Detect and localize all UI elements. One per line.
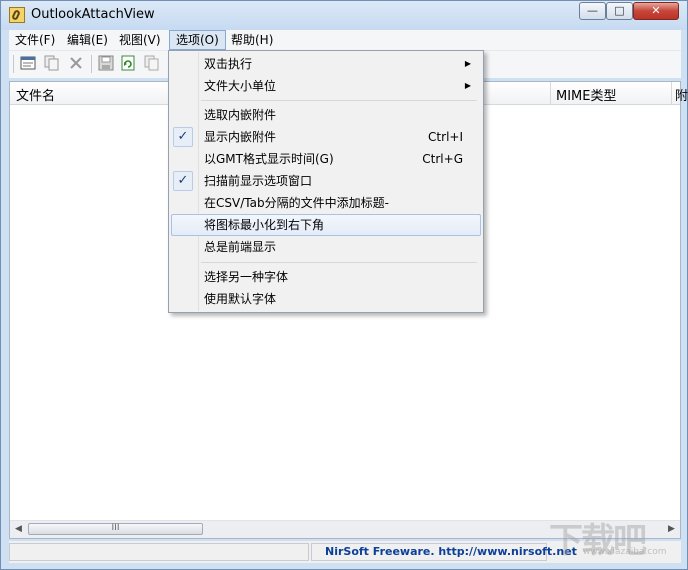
- menu-help[interactable]: 帮助(H): [225, 30, 279, 50]
- scroll-thumb[interactable]: III: [28, 523, 203, 535]
- menu-item-label: 使用默认字体: [204, 292, 277, 306]
- menu-options[interactable]: 选项(O): [169, 30, 226, 50]
- toolbar-grip: [13, 55, 14, 73]
- copy-selected-icon[interactable]: [143, 55, 161, 73]
- menu-item-label: 扫描前显示选项窗口: [204, 174, 313, 188]
- menu-edit[interactable]: 编辑(E): [61, 30, 114, 50]
- menu-item-label: 在CSV/Tab分隔的文件中添加标题-: [204, 196, 389, 210]
- scroll-left-arrow-icon[interactable]: ◀: [10, 521, 27, 538]
- app-window: OutlookAttachView — □ ✕ 文件(F) 编辑(E) 视图(V…: [0, 0, 688, 570]
- menu-view[interactable]: 视图(V): [113, 30, 167, 50]
- minimize-button[interactable]: —: [579, 2, 606, 20]
- menu-item-double-click-action[interactable]: 双击执行 ▶: [171, 53, 481, 75]
- window-title: OutlookAttachView: [31, 7, 155, 22]
- delete-icon[interactable]: [67, 55, 85, 73]
- properties-icon[interactable]: [19, 55, 37, 73]
- menu-separator: [201, 262, 477, 263]
- refresh-icon[interactable]: [119, 55, 137, 73]
- menu-item-label: 显示内嵌附件: [204, 130, 277, 144]
- outlook-attach-view-app-icon[interactable]: [9, 7, 25, 23]
- menu-item-label: 将图标最小化到右下角: [204, 218, 325, 232]
- menu-item-always-on-top[interactable]: 总是前端显示: [171, 236, 481, 258]
- menu-separator: [201, 100, 477, 101]
- menu-item-shortcut: Ctrl+I: [428, 130, 463, 144]
- column-header-filename[interactable]: 文件名: [16, 85, 55, 104]
- menu-item-label: 以GMT格式显示时间(G): [204, 152, 334, 166]
- menu-item-select-embedded[interactable]: 选取内嵌附件: [171, 104, 481, 126]
- close-button[interactable]: ✕: [633, 2, 679, 20]
- column-header-attachment[interactable]: 附: [675, 85, 688, 104]
- check-icon: ✓: [173, 127, 193, 147]
- options-dropdown-menu: 双击执行 ▶ 文件大小单位 ▶ 选取内嵌附件 ✓ 显示内嵌附件 Ctrl+I 以…: [168, 50, 484, 313]
- title-bar[interactable]: OutlookAttachView — □ ✕: [1, 1, 687, 30]
- menu-bar: 文件(F) 编辑(E) 视图(V) 选项(O) 帮助(H): [9, 30, 681, 50]
- menu-item-shortcut: Ctrl+G: [422, 152, 463, 166]
- status-cell-count: [9, 543, 309, 561]
- menu-item-label: 选取内嵌附件: [204, 108, 277, 122]
- submenu-arrow-icon: ▶: [464, 59, 471, 68]
- toolbar-separator: [91, 55, 92, 73]
- watermark-url: www.xiazaiba.com: [583, 547, 667, 557]
- scroll-right-arrow-icon[interactable]: ▶: [663, 521, 680, 538]
- menu-item-label: 双击执行: [204, 57, 253, 71]
- menu-item-label: 总是前端显示: [204, 240, 277, 254]
- menu-file[interactable]: 文件(F): [9, 30, 61, 50]
- menu-item-default-font[interactable]: 使用默认字体: [171, 288, 481, 310]
- menu-item-file-size-unit[interactable]: 文件大小单位 ▶: [171, 75, 481, 97]
- menu-item-show-embedded[interactable]: ✓ 显示内嵌附件 Ctrl+I: [171, 126, 481, 148]
- maximize-button[interactable]: □: [606, 2, 633, 20]
- menu-item-minimize-to-tray[interactable]: 将图标最小化到右下角: [171, 214, 481, 236]
- column-divider[interactable]: [550, 82, 551, 104]
- nirsoft-link[interactable]: NirSoft Freeware. http://www.nirsoft.net: [325, 545, 577, 558]
- menu-item-add-header-csv[interactable]: 在CSV/Tab分隔的文件中添加标题-: [171, 192, 481, 214]
- submenu-arrow-icon: ▶: [464, 81, 471, 90]
- menu-item-show-options-before-scan[interactable]: ✓ 扫描前显示选项窗口: [171, 170, 481, 192]
- menu-item-gmt-time[interactable]: 以GMT格式显示时间(G) Ctrl+G: [171, 148, 481, 170]
- menu-item-choose-font[interactable]: 选择另一种字体: [171, 266, 481, 288]
- column-header-mime-type[interactable]: MIME类型: [556, 85, 616, 104]
- menu-item-label: 文件大小单位: [204, 79, 277, 93]
- check-icon: ✓: [173, 171, 193, 191]
- column-divider[interactable]: [671, 82, 672, 104]
- save-icon[interactable]: [97, 55, 115, 73]
- copy-icon[interactable]: [43, 55, 61, 73]
- menu-item-label: 选择另一种字体: [204, 270, 289, 284]
